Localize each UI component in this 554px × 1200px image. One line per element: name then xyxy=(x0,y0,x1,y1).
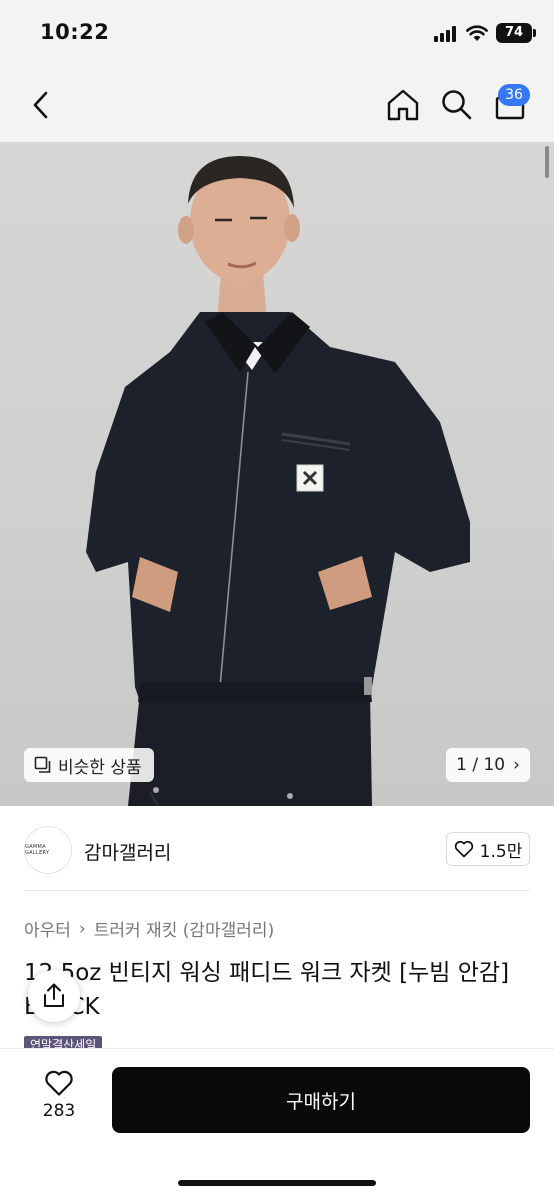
status-bar: 10:22 74 xyxy=(0,0,554,68)
similar-products-icon xyxy=(34,756,51,773)
page-scrollbar[interactable] xyxy=(545,146,549,178)
chevron-right-icon: › xyxy=(513,755,520,775)
status-time: 10:22 xyxy=(40,20,110,44)
buy-button[interactable]: 구매하기 xyxy=(112,1067,530,1133)
heart-icon xyxy=(45,1070,73,1096)
share-button[interactable] xyxy=(28,970,80,1022)
home-icon[interactable] xyxy=(386,88,420,122)
heart-icon xyxy=(454,840,473,858)
shop-name[interactable]: 감마갤러리 xyxy=(84,838,171,865)
section-divider xyxy=(24,890,530,891)
top-navigation-bar xyxy=(0,68,554,142)
search-icon[interactable] xyxy=(440,88,472,120)
shop-row[interactable]: GAMMA GALLERY 감마갤러리 1.5만 xyxy=(0,822,554,882)
image-pager-count: 1 / 10 xyxy=(456,755,506,775)
product-photo xyxy=(86,156,470,806)
shop-logo-text: GAMMA GALLERY xyxy=(25,844,50,856)
breadcrumb-separator-icon: › xyxy=(78,918,86,939)
product-image-carousel[interactable] xyxy=(0,142,554,806)
shop-like-count: 1.5만 xyxy=(479,841,523,862)
wishlist-count: 283 xyxy=(42,1101,76,1121)
image-pager[interactable]: 1 / 10 › xyxy=(446,748,530,782)
similar-products-label: 비슷한 상품 xyxy=(58,757,142,778)
battery-indicator: 74 xyxy=(496,23,532,43)
cart-count-badge: 36 xyxy=(498,84,530,106)
wishlist-button[interactable]: 283 xyxy=(30,1069,88,1133)
breadcrumb-category[interactable]: 아우터 xyxy=(24,916,71,941)
cellular-signal-icon xyxy=(434,26,458,42)
shop-like-button[interactable]: 1.5만 xyxy=(446,832,530,866)
product-title: 12.5oz 빈티지 워싱 패디드 워크 자켓 [누빔 안감] BLACK xyxy=(24,960,510,1020)
share-icon xyxy=(44,983,64,1007)
bottom-action-bar: 283 구매하기 xyxy=(0,1048,554,1200)
back-icon[interactable] xyxy=(28,90,54,120)
home-indicator[interactable] xyxy=(178,1180,376,1186)
battery-cap xyxy=(533,29,536,37)
wifi-icon xyxy=(466,25,488,41)
breadcrumb: 아우터 › 트러커 재킷 (감마갤러리) xyxy=(24,916,274,942)
shop-logo[interactable]: GAMMA GALLERY xyxy=(24,826,72,874)
breadcrumb-subcategory[interactable]: 트러커 재킷 (감마갤러리) xyxy=(94,916,274,941)
similar-products-button[interactable]: 비슷한 상품 xyxy=(24,748,154,782)
